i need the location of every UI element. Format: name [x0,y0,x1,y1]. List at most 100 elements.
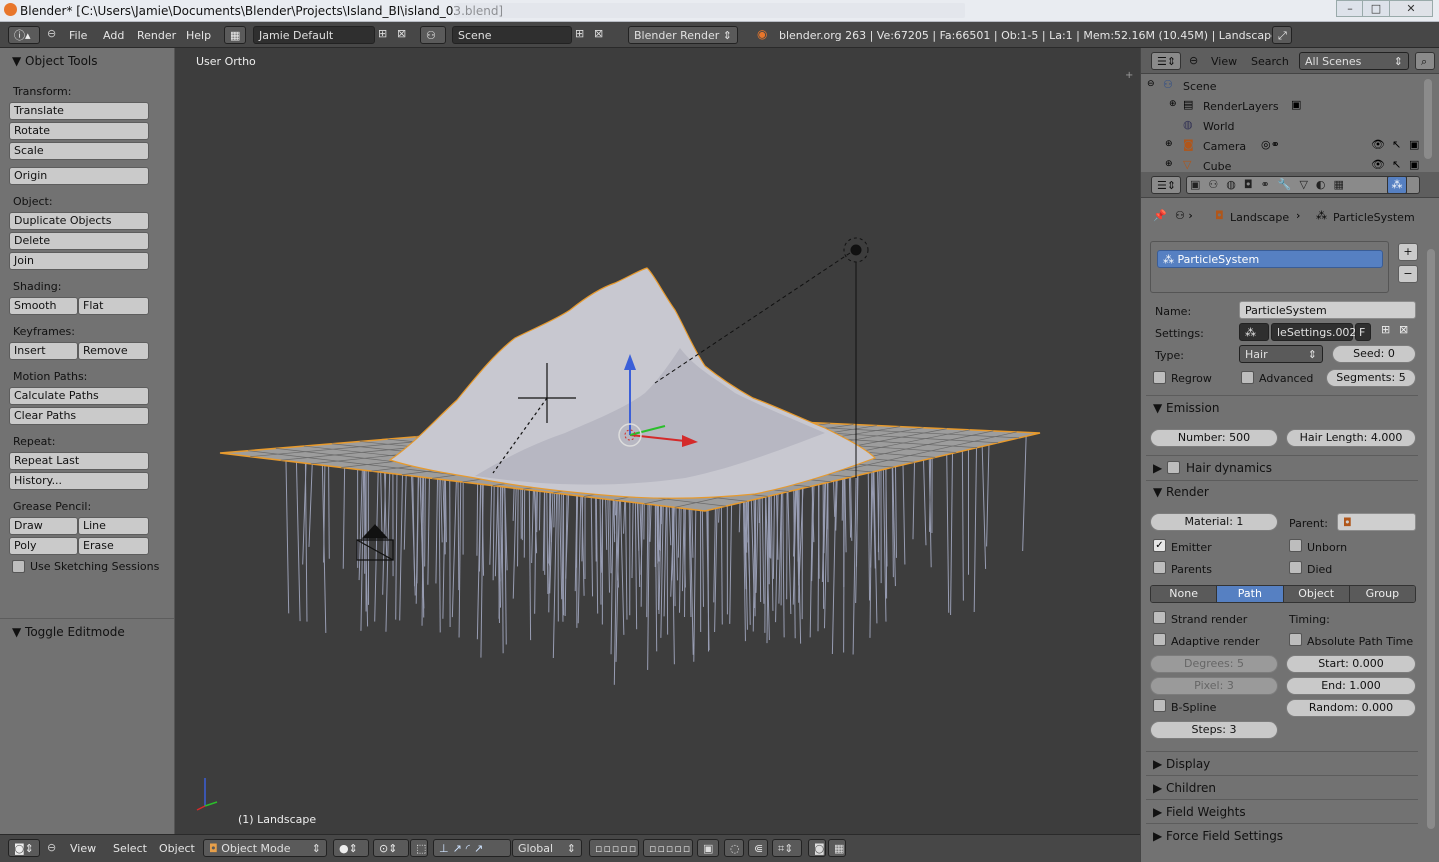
proportional-edit-icon[interactable]: ◌ [724,839,744,857]
emitter-checkbox[interactable]: ✓ [1153,539,1166,552]
pivot-point-select[interactable]: ⊙⇕ [373,839,409,857]
toggle-editmode-header[interactable]: ▼ Toggle Editmode [12,625,125,639]
remove-layout-icon[interactable]: ⊠ [397,27,406,40]
collapse-menu-icon[interactable]: ⊖ [1189,54,1198,67]
render-tab-none[interactable]: None [1151,586,1218,602]
maximize-button[interactable]: □ [1362,0,1390,17]
repeat-last-button[interactable]: Repeat Last [9,452,149,470]
lock-layers-icon[interactable]: ▣ [697,839,719,857]
start-field[interactable]: Start: 0.000 [1286,655,1416,673]
remove-settings-icon[interactable]: ⊠ [1399,323,1408,336]
particle-system-list-item[interactable]: ⁂ ParticleSystem [1157,250,1383,268]
add-particle-system-icon[interactable]: + [1398,243,1418,261]
outliner-item-camera[interactable]: Camera [1203,140,1246,153]
select-menu[interactable]: Select [113,842,147,855]
menu-file[interactable]: File [69,29,87,42]
settings-field[interactable]: leSettings.002 [1271,323,1356,341]
collapse-menu-icon[interactable]: ⊖ [47,27,56,40]
properties-editor-type-icon[interactable]: ☰⇕ [1151,176,1181,194]
render-panel-header[interactable]: ▼ Render [1153,485,1209,499]
type-select[interactable]: Hair ⇕ [1239,345,1323,363]
number-field[interactable]: Number: 500 [1150,429,1278,447]
draw-button[interactable]: Draw [9,517,78,535]
render-tab-group[interactable]: Group [1349,586,1415,602]
render-tab-object[interactable]: Object [1283,586,1350,602]
erase-button[interactable]: Erase [78,537,149,555]
select-cursor-icon[interactable]: ↖ [1392,138,1401,151]
history-button[interactable]: History... [9,472,149,490]
remove-scene-icon[interactable]: ⊠ [594,27,603,40]
random-field[interactable]: Random: 0.000 [1286,699,1416,717]
poly-button[interactable]: Poly [9,537,78,555]
died-checkbox[interactable] [1289,561,1302,574]
translate-button[interactable]: Translate [9,102,149,120]
scene-field[interactable]: Scene [452,26,572,44]
render-animation-icon[interactable]: ▦ [828,839,846,857]
advanced-checkbox[interactable] [1241,371,1254,384]
pixel-field[interactable]: Pixel: 3 [1150,677,1278,695]
clear-paths-button[interactable]: Clear Paths [9,407,149,425]
emission-panel-header[interactable]: ▼ Emission [1153,401,1219,415]
adaptive-render-checkbox[interactable] [1153,633,1166,646]
outliner-item-world[interactable]: World [1203,120,1235,133]
outliner-scrollbar[interactable] [1424,79,1432,159]
add-layout-icon[interactable]: ⊞ [378,27,387,40]
field-weights-panel-header[interactable]: ▶ Field Weights [1153,805,1246,819]
outliner-filter-select[interactable]: All Scenes ⇕ [1299,52,1409,70]
regrow-checkbox[interactable] [1153,371,1166,384]
line-button[interactable]: Line [78,517,149,535]
display-panel-header[interactable]: ▶ Display [1153,757,1210,771]
fullscreen-icon[interactable]: ⤢ [1272,26,1292,44]
expand-icon[interactable]: ⊖ [1147,79,1155,89]
screen-layout-icon[interactable]: ▦ [224,26,246,44]
snap-element-select[interactable]: ⌗⇕ [772,839,802,857]
outliner-editor-type-icon[interactable]: ☰⇕ [1151,52,1181,70]
outliner-item-cube[interactable]: Cube [1203,160,1231,171]
bspline-checkbox[interactable] [1153,699,1166,712]
add-scene-icon[interactable]: ⊞ [575,27,584,40]
select-cursor-icon[interactable]: ↖ [1392,158,1401,171]
unborn-checkbox[interactable] [1289,539,1302,552]
menu-help[interactable]: Help [186,29,211,42]
end-field[interactable]: End: 1.000 [1286,677,1416,695]
fake-user-button[interactable]: F [1355,323,1371,341]
render-tab-path[interactable]: Path [1217,586,1284,602]
seed-field[interactable]: Seed: 0 [1332,345,1416,363]
screen-layout-field[interactable]: Jamie Default [253,26,375,44]
expand-icon[interactable]: ⊕ [1169,99,1177,109]
steps-field[interactable]: Steps: 3 [1150,721,1278,739]
calculate-paths-button[interactable]: Calculate Paths [9,387,149,405]
add-settings-icon[interactable]: ⊞ [1381,323,1390,336]
segments-field[interactable]: Segments: 5 [1326,369,1416,387]
manipulator-icons[interactable]: ⊥↗◜↗ [433,839,511,857]
parent-field[interactable]: ◘ [1337,513,1416,531]
material-field[interactable]: Material: 1 [1150,513,1278,531]
outliner-search-menu[interactable]: Search [1251,55,1289,68]
menu-add[interactable]: Add [103,29,124,42]
rotate-button[interactable]: Rotate [9,122,149,140]
render-preview-icon[interactable]: ◙ [808,839,826,857]
viewport-shading-select[interactable]: ●⇕ [333,839,369,857]
parents-checkbox[interactable] [1153,561,1166,574]
editor-type-3d-icon[interactable]: ◙⇕ [8,839,40,857]
expand-icon[interactable]: ⊕ [1165,139,1173,149]
degrees-field[interactable]: Degrees: 5 [1150,655,1278,673]
editor-type-info-icon[interactable]: ⓘ▴ [8,26,40,44]
children-panel-header[interactable]: ▶ Children [1153,781,1216,795]
particle-settings-icon[interactable]: ⁂ [1239,323,1269,341]
layers-group-1[interactable]: ▫▫▫▫▫ [589,839,639,857]
outliner-item-scene[interactable]: Scene [1183,80,1217,93]
hair-dynamics-checkbox[interactable] [1167,461,1180,474]
force-field-panel-header[interactable]: ▶ Force Field Settings [1153,829,1283,843]
properties-scrollbar[interactable] [1427,249,1435,829]
flat-button[interactable]: Flat [78,297,149,315]
join-button[interactable]: Join [9,252,149,270]
strand-render-checkbox[interactable] [1153,611,1166,624]
collapse-menu-icon[interactable]: ⊖ [47,841,56,854]
remove-particle-system-icon[interactable]: − [1398,265,1418,283]
hair-length-field[interactable]: Hair Length: 4.000 [1286,429,1416,447]
mode-select[interactable]: ◘ Object Mode ⇕ [203,839,327,857]
pin-icon[interactable]: 📌 [1153,209,1167,222]
smooth-button[interactable]: Smooth [9,297,78,315]
origin-button[interactable]: Origin [9,167,149,185]
